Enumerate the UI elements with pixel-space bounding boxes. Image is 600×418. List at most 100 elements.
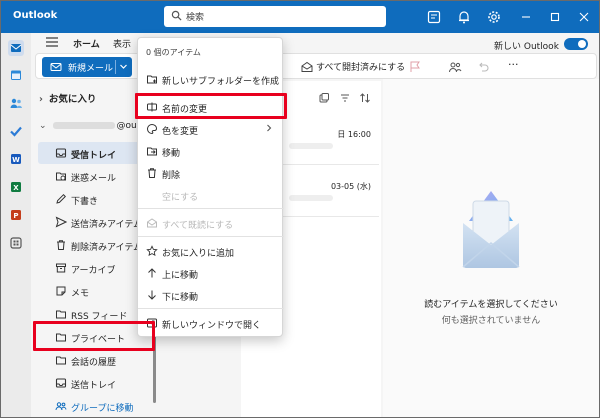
- folder-label: グループに移動: [71, 404, 134, 414]
- powerpoint-app-icon[interactable]: P: [8, 207, 24, 223]
- menu-item-move-up[interactable]: 上に移動: [138, 262, 284, 284]
- todo-app-icon[interactable]: [8, 123, 24, 139]
- new-folder-icon: [147, 75, 157, 84]
- ribbon-tabs: ホーム 表示 新しい Outlook: [31, 33, 599, 55]
- folder-context-menu: 0 個のアイテム 新しいサブフォルダーを作成 名前の変更 色を変更 移動 削除 …: [137, 37, 284, 337]
- menu-item-mark-all-read: すべて既読にする: [138, 212, 284, 234]
- tab-view[interactable]: 表示: [113, 37, 131, 50]
- folder-label: 下書き: [71, 197, 99, 207]
- folder-label: 送信トレイ: [71, 381, 117, 391]
- excel-app-icon[interactable]: X: [8, 179, 24, 195]
- send-icon: [55, 216, 67, 228]
- mark-all-read-button[interactable]: すべて開封済みにする: [316, 60, 405, 73]
- folder-label: RSS フィード: [71, 312, 128, 322]
- favorites-label: お気に入り: [48, 94, 97, 105]
- filter-icon[interactable]: [339, 92, 351, 104]
- arrow-down-icon: [148, 290, 156, 300]
- note-icon: [56, 286, 66, 296]
- menu-item-empty: 空にする: [138, 184, 284, 206]
- menu-item-new-subfolder[interactable]: 新しいサブフォルダーを作成: [138, 68, 284, 90]
- folder-label: 送信済みアイテム: [71, 220, 143, 230]
- menu-item-rename[interactable]: 名前の変更: [138, 96, 284, 118]
- new-mail-label: 新規メール: [68, 64, 114, 74]
- trash-icon: [148, 168, 156, 178]
- menu-item-change-color[interactable]: 色を変更: [138, 118, 284, 140]
- more-options-button[interactable]: ···: [508, 58, 519, 71]
- reading-pane-subtitle: 何も選択されていません: [441, 316, 541, 326]
- folder-label: 会話の履歴: [71, 358, 117, 368]
- new-outlook-label: 新しい Outlook: [494, 42, 559, 52]
- mail-read-icon: [301, 61, 313, 72]
- menu-icon[interactable]: [46, 37, 58, 47]
- mail-open-icon: [147, 218, 157, 228]
- account-email-redacted: [52, 122, 115, 129]
- menu-separator: [138, 236, 284, 237]
- menu-item-label: すべて既読にする: [162, 221, 234, 231]
- svg-text:P: P: [13, 212, 18, 220]
- maximize-icon[interactable]: [547, 9, 563, 25]
- menu-item-label: お気に入りに追加: [162, 249, 235, 259]
- chevron-right-icon: [267, 124, 272, 132]
- folder-label: メモ: [71, 289, 90, 299]
- bell-icon[interactable]: [456, 9, 472, 25]
- folder-label: 削除済みアイテム: [71, 243, 143, 253]
- copy-icon[interactable]: [318, 92, 330, 104]
- message-preview-redacted: [289, 195, 333, 201]
- svg-text:W: W: [12, 156, 20, 164]
- favorites-header[interactable]: › お気に入り: [39, 91, 96, 105]
- notes-icon[interactable]: [426, 9, 442, 25]
- search-icon: [171, 10, 182, 21]
- chevron-right-icon: ›: [39, 94, 43, 105]
- menu-item-label: 削除: [162, 171, 181, 181]
- close-icon[interactable]: [576, 9, 592, 25]
- folder-conversation-history[interactable]: 会話の履歴: [38, 349, 156, 371]
- flag-icon[interactable]: [408, 60, 422, 74]
- chevron-down-icon[interactable]: [119, 62, 128, 71]
- move-folder-icon: [147, 147, 157, 156]
- menu-separator: [138, 208, 284, 209]
- menu-item-open-new-window[interactable]: 新しいウィンドウで開く: [138, 312, 284, 334]
- apps-icon[interactable]: [8, 235, 24, 251]
- menu-item-add-to-favorites[interactable]: お気に入りに追加: [138, 240, 284, 262]
- pencil-icon: [56, 193, 67, 204]
- menu-item-label: 名前の変更: [162, 105, 208, 115]
- minimize-icon[interactable]: [518, 9, 534, 25]
- open-window-icon: [147, 318, 157, 328]
- svg-text:X: X: [13, 184, 19, 192]
- menu-item-label: 上に移動: [162, 271, 199, 281]
- new-outlook-toggle[interactable]: [564, 38, 588, 50]
- rename-icon: [147, 102, 157, 112]
- undo-icon[interactable]: [476, 60, 490, 74]
- menu-item-label: 移動: [162, 149, 181, 159]
- title-bar: Outlook 検索: [1, 1, 599, 33]
- tab-home[interactable]: ホーム: [73, 37, 100, 55]
- menu-item-move-down[interactable]: 下に移動: [138, 284, 284, 306]
- palette-icon: [147, 123, 157, 135]
- trash-icon: [57, 240, 65, 250]
- folder-label: 迷惑メール: [71, 174, 117, 184]
- archive-icon: [56, 263, 66, 273]
- gear-icon[interactable]: [486, 9, 502, 25]
- folder-scrollbar[interactable]: [153, 333, 156, 403]
- word-app-icon[interactable]: W: [8, 151, 24, 167]
- search-box[interactable]: 検索: [164, 6, 386, 27]
- menu-item-label: 空にする: [162, 193, 199, 203]
- sort-icon[interactable]: [359, 92, 371, 104]
- go-to-groups-link[interactable]: グループに移動: [38, 395, 156, 417]
- context-menu-header: 0 個のアイテム: [146, 48, 201, 57]
- inbox-icon: [55, 148, 67, 158]
- menu-item-move[interactable]: 移動: [138, 140, 284, 162]
- message-date: 日 16:00: [337, 130, 371, 139]
- reading-pane-title: 読むアイテムを選択してください: [424, 300, 558, 310]
- people-app-icon[interactable]: [8, 95, 24, 111]
- menu-item-label: 新しいウィンドウで開く: [162, 321, 262, 331]
- people-icon[interactable]: [448, 60, 462, 74]
- folder-icon: [56, 310, 66, 319]
- calendar-app-icon[interactable]: [8, 67, 24, 83]
- new-mail-separator: [115, 60, 116, 74]
- menu-item-delete[interactable]: 削除: [138, 162, 284, 184]
- new-mail-icon: [50, 63, 62, 71]
- mail-app-icon[interactable]: [8, 40, 24, 56]
- folder-outbox[interactable]: 送信トレイ: [38, 372, 156, 394]
- new-mail-button[interactable]: 新規メール: [42, 57, 132, 77]
